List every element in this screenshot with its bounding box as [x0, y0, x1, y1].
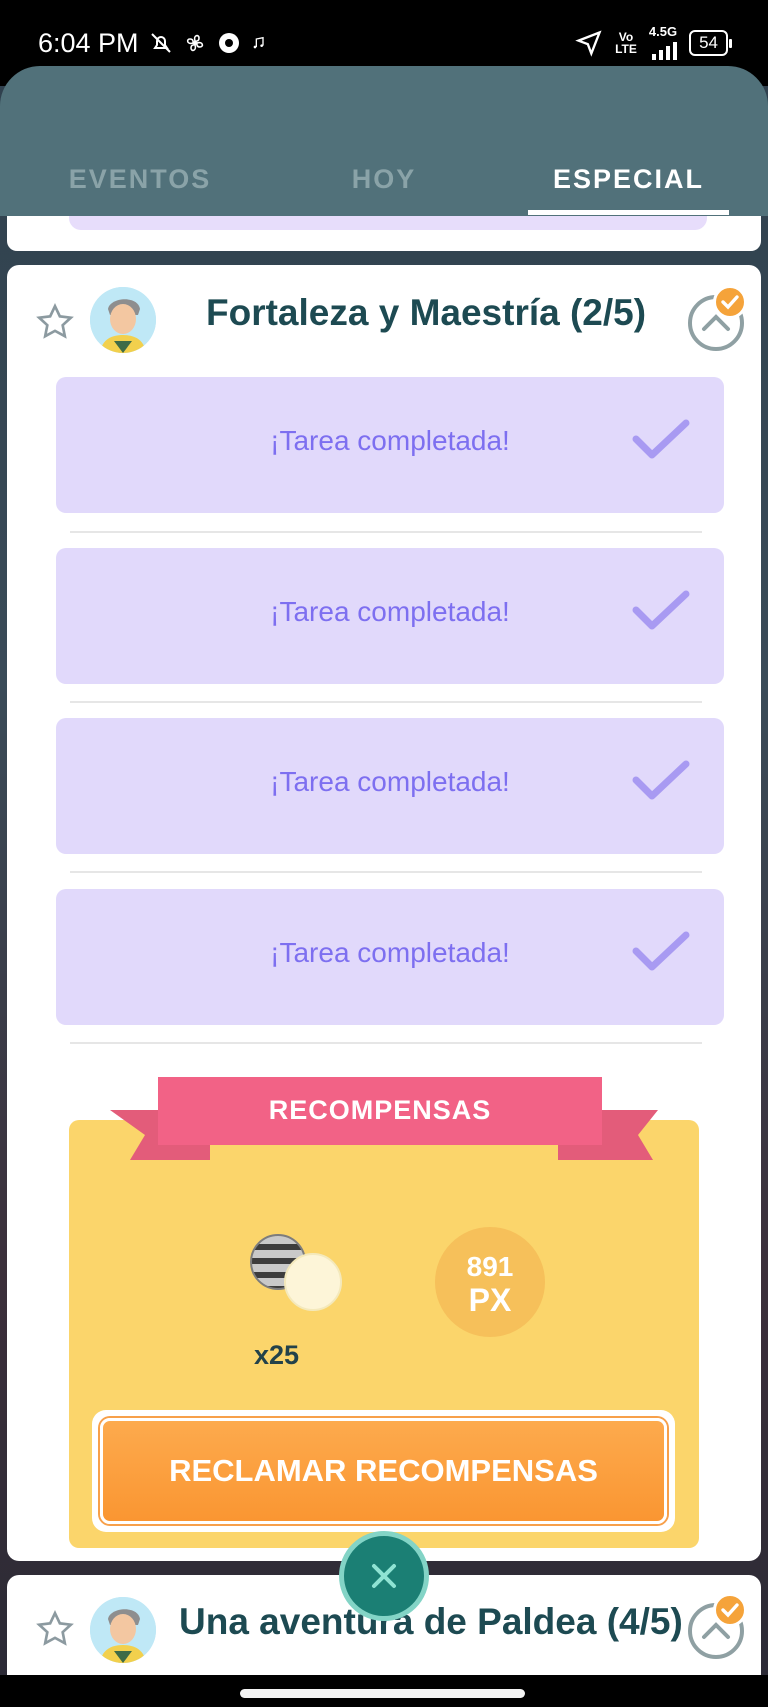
- encounter-icon: [284, 1253, 342, 1311]
- network-indicator: Vo LTE: [615, 31, 637, 55]
- close-icon: [372, 1564, 396, 1588]
- fan-icon: [186, 34, 203, 52]
- check-icon: [721, 1603, 739, 1618]
- divider: [70, 531, 702, 533]
- tab-eventos[interactable]: EVENTOS: [30, 154, 250, 214]
- claim-button-frame: RECLAMAR RECOMPENSAS: [92, 1410, 675, 1532]
- task-status: ¡Tarea completada!: [270, 596, 510, 627]
- status-bar-left: 6:04 PM: [38, 28, 267, 59]
- home-indicator[interactable]: [240, 1689, 525, 1698]
- xp-value: 891: [466, 1251, 514, 1282]
- research-card: Fortaleza y Maestría (2/5) ¡Tarea comple…: [7, 265, 761, 1561]
- task-status: ¡Tarea completada!: [270, 937, 510, 968]
- previous-card: [7, 216, 761, 251]
- avatar-image: [90, 287, 156, 353]
- card-title: Fortaleza y Maestría (2/5): [206, 292, 647, 333]
- claim-rewards-button[interactable]: RECLAMAR RECOMPENSAS: [100, 1418, 667, 1524]
- task-status: ¡Tarea completada!: [270, 766, 510, 797]
- completed-badge: [713, 285, 747, 319]
- xp-unit: PX: [468, 1282, 512, 1318]
- avatar-image: [90, 1597, 156, 1663]
- star-icon[interactable]: [35, 1609, 75, 1649]
- active-tab-indicator: [528, 210, 729, 215]
- check-icon: [632, 760, 690, 800]
- tab-especial[interactable]: ESPECIAL: [528, 154, 729, 214]
- task-item: ¡Tarea completada!: [56, 889, 724, 1025]
- divider: [70, 871, 702, 873]
- tab-hoy[interactable]: HOY: [284, 154, 484, 214]
- status-time: 6:04 PM: [38, 27, 139, 58]
- avatar: [90, 1597, 156, 1663]
- tab-bar: EVENTOS HOY ESPECIAL: [0, 154, 768, 214]
- check-icon: [632, 931, 690, 971]
- check-icon: [632, 419, 690, 459]
- next-card-title: Una aventura de Paldea (4/5): [179, 1601, 683, 1642]
- check-icon: [721, 295, 739, 310]
- xp-reward: 891 PX: [435, 1227, 545, 1337]
- previous-task: [69, 216, 707, 230]
- status-bar-right: Vo LTE 4.5G 54: [575, 24, 732, 60]
- task-item: ¡Tarea completada!: [56, 377, 724, 513]
- task-item: ¡Tarea completada!: [56, 548, 724, 684]
- close-button[interactable]: [339, 1531, 429, 1621]
- rewards-banner: RECOMPENSAS: [158, 1077, 602, 1145]
- bell-off-icon: [150, 33, 171, 53]
- location-arrow-icon: [575, 30, 602, 57]
- divider: [70, 1042, 702, 1044]
- divider: [70, 701, 702, 703]
- network-lte: LTE: [615, 42, 637, 56]
- star-icon[interactable]: [35, 302, 75, 342]
- task-status: ¡Tarea completada!: [270, 425, 510, 456]
- avatar: [90, 287, 156, 353]
- chrome-icon: [218, 33, 239, 53]
- music-note-icon: [253, 36, 264, 49]
- check-icon: [632, 590, 690, 630]
- battery-icon: 54: [689, 30, 732, 56]
- signal-bars-icon: [652, 38, 678, 60]
- task-item: ¡Tarea completada!: [56, 718, 724, 854]
- item-quantity: x25: [254, 1340, 300, 1370]
- signal-group: 4.5G: [648, 24, 678, 60]
- completed-badge: [713, 1593, 747, 1627]
- network-type: 4.5G: [648, 24, 678, 39]
